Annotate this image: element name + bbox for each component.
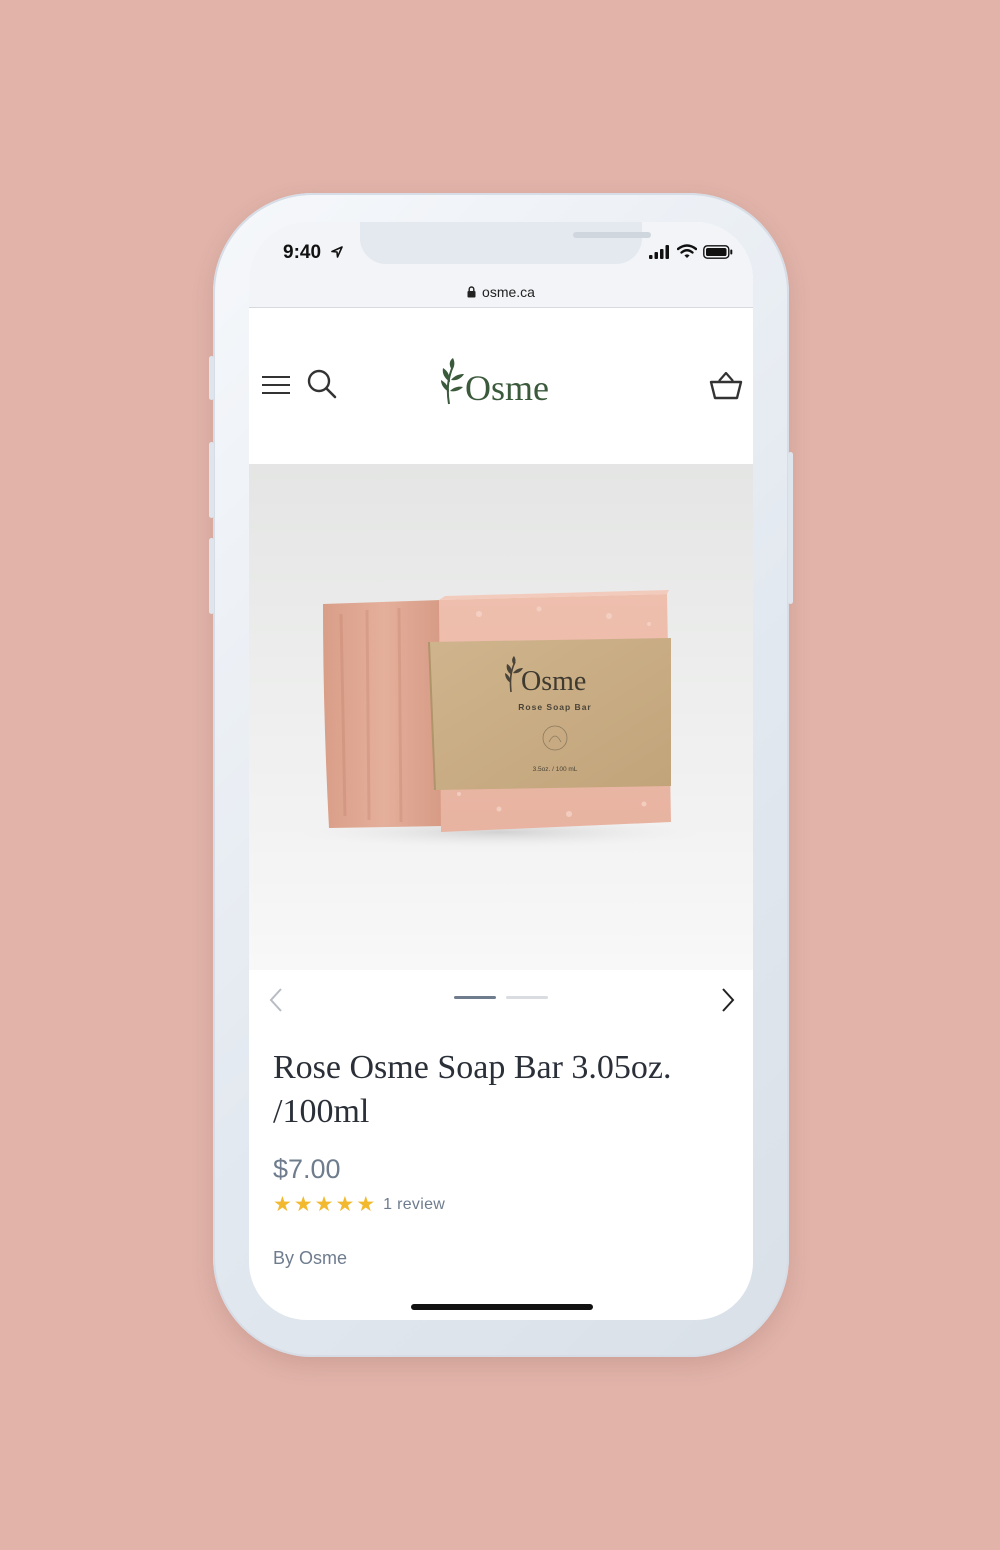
product-price: $7.00 [273, 1154, 341, 1184]
band-label: Rose Soap Bar [518, 702, 591, 712]
product-image[interactable]: Osme Rose Soap Bar 3.5oz. / 100 mL [249, 464, 753, 970]
review-count-link[interactable]: 1 review [383, 1196, 445, 1214]
carousel-dot[interactable] [506, 996, 548, 999]
location-arrow-icon [331, 246, 343, 258]
logo-text: Osme [465, 368, 549, 408]
soap-bars-illustration: Osme Rose Soap Bar 3.5oz. / 100 mL [299, 590, 699, 848]
battery-icon [703, 244, 733, 259]
chevron-left-icon[interactable] [269, 988, 283, 1012]
carousel-dot-active[interactable] [454, 996, 496, 999]
star-icon: ★ [273, 1193, 292, 1216]
phone-screen: 9:40 osme.ca Osme Osme Rose Soap Bar 3.5… [249, 222, 753, 1320]
star-icon: ★ [335, 1193, 355, 1216]
cart-basket-icon[interactable] [709, 372, 743, 400]
site-header: Osme [249, 308, 753, 464]
band-size: 3.5oz. / 100 mL [533, 766, 578, 773]
site-logo[interactable]: Osme [441, 358, 549, 406]
cellular-signal-icon [649, 244, 669, 259]
volume-up-button [209, 442, 214, 518]
star-icon: ★ [314, 1193, 334, 1216]
home-indicator[interactable] [411, 1304, 593, 1310]
lock-icon [467, 285, 476, 297]
image-carousel-nav [249, 970, 753, 1030]
chevron-right-icon[interactable] [721, 988, 735, 1012]
search-icon[interactable] [306, 368, 338, 400]
status-icons [649, 244, 733, 259]
star-icon: ★ [356, 1193, 376, 1216]
band-brand: Osme [521, 666, 586, 697]
volume-down-button [209, 538, 214, 614]
menu-icon[interactable] [262, 376, 290, 396]
product-rating[interactable]: ★ ★ ★ ★ ★ 1 review [273, 1194, 445, 1215]
product-vendor[interactable]: By Osme [273, 1248, 347, 1269]
status-time: 9:40 [283, 242, 322, 263]
url-text: osme.ca [482, 283, 535, 300]
power-button [788, 452, 793, 604]
mute-switch [209, 356, 214, 400]
wifi-icon [677, 244, 697, 258]
speaker-grille [573, 232, 651, 238]
star-icon: ★ [293, 1193, 313, 1216]
url-bar[interactable]: osme.ca [249, 276, 753, 308]
product-title: Rose Osme Soap Bar 3.05oz. /100ml [273, 1049, 672, 1130]
phone-notch [360, 222, 651, 264]
